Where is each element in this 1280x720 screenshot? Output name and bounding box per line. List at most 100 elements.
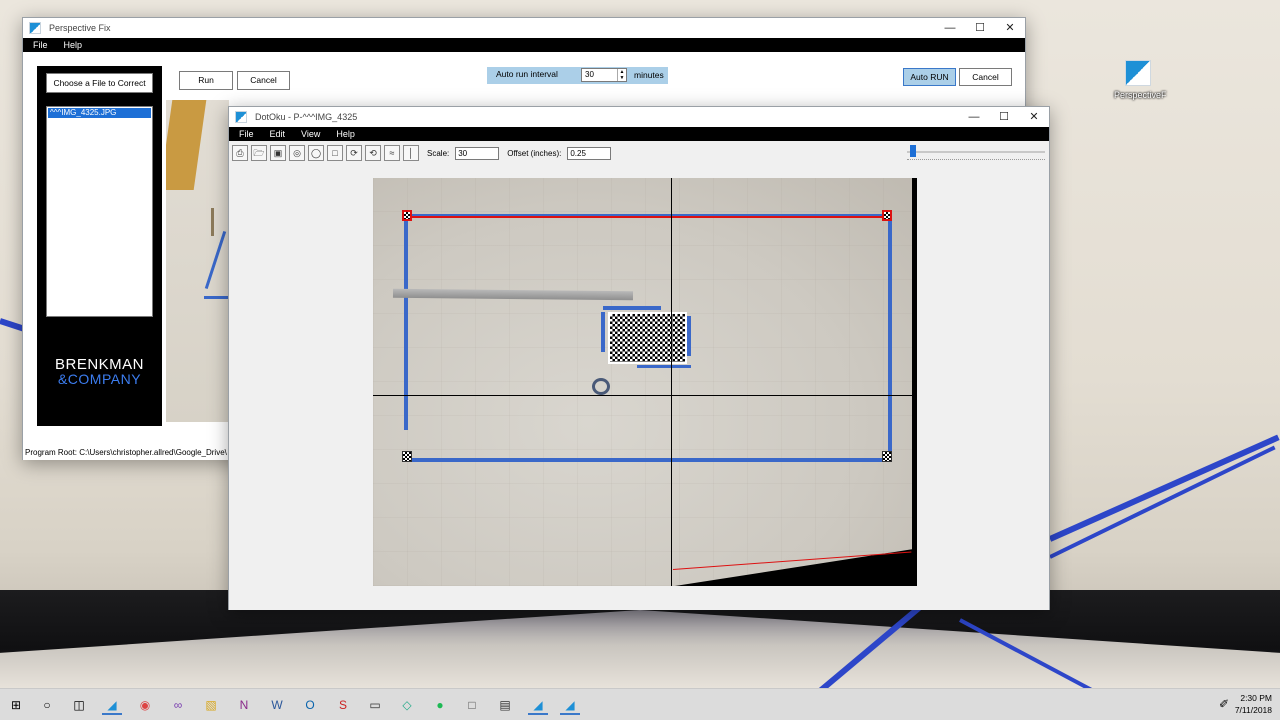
calibration-marker-top-right[interactable] (882, 210, 892, 221)
calibration-marker-bottom-right[interactable] (882, 451, 892, 462)
dotoku-app-icon (235, 111, 247, 123)
menu-file[interactable]: File (23, 40, 54, 50)
menu-help[interactable]: Help (54, 40, 89, 50)
program-root-status: Program Root: C:\Users\christopher.allre… (25, 448, 227, 457)
auto-cancel-button[interactable]: Cancel (959, 68, 1012, 86)
circle-target-icon[interactable]: ◯ (308, 145, 324, 161)
logo-line2: &COMPANY (57, 371, 142, 387)
pen-icon[interactable]: ✐ (1219, 697, 1229, 711)
preview-stick (211, 208, 214, 236)
offset-input[interactable]: 0.25 (567, 146, 612, 160)
desktop-shortcut-perspectivefix[interactable]: PerspectiveF (1114, 60, 1167, 100)
calibration-line-top (406, 216, 892, 218)
window-title: Perspective Fix (49, 23, 111, 33)
menu-bar: File Edit View Help (229, 127, 1049, 141)
app-icon[interactable]: ◇ (397, 695, 417, 715)
auto-run-interval-value[interactable]: 30 (585, 70, 594, 79)
perspectivefix-taskbar-icon[interactable]: ◢ (560, 695, 580, 715)
file-explorer-icon[interactable]: ▧ (201, 695, 221, 715)
clock-time: 2:30 PM (1240, 693, 1272, 703)
minutes-label: minutes (634, 70, 664, 80)
wallpaper-stripe (1048, 434, 1280, 542)
menu-help[interactable]: Help (326, 129, 361, 139)
menu-edit[interactable]: Edit (260, 129, 292, 139)
tape-right (888, 214, 892, 460)
scale-label: Scale: (427, 148, 450, 158)
preview-table-edge (166, 100, 207, 190)
open-folder-icon[interactable]: 🗁 (251, 145, 267, 161)
preview-tape (204, 231, 227, 289)
cancel-button[interactable]: Cancel (237, 71, 290, 90)
auto-run-interval-panel: Auto run interval 30 ▲ ▼ minutes (487, 67, 668, 84)
checkerboard-target (608, 312, 687, 364)
dotoku-taskbar-icon[interactable]: ◢ (528, 695, 548, 715)
menu-file[interactable]: File (229, 129, 260, 139)
clock-date: 7/11/2018 (1234, 705, 1272, 715)
onenote-icon[interactable]: N (234, 695, 254, 715)
side-panel: Choose a File to Correct ^^^IMG_4325.JPG… (37, 66, 162, 426)
window-title: DotOku - P-^^^IMG_4325 (255, 112, 358, 122)
tape-left (404, 214, 408, 430)
refresh-icon[interactable]: ⟲ (365, 145, 381, 161)
close-icon[interactable]: ✕ (995, 18, 1025, 38)
minimize-icon[interactable]: — (935, 18, 965, 38)
choose-file-button[interactable]: Choose a File to Correct (46, 73, 153, 93)
offset-label: Offset (inches): (507, 148, 562, 158)
ruler-icon[interactable]: │ (403, 145, 419, 161)
app-icon[interactable]: □ (462, 695, 482, 715)
spotify-icon[interactable]: ● (430, 695, 450, 715)
file-list[interactable]: ^^^IMG_4325.JPG (46, 106, 153, 317)
corrected-photo-viewer[interactable] (373, 178, 917, 586)
maximize-icon[interactable]: ☐ (989, 107, 1019, 127)
cortana-icon[interactable]: ○ (37, 695, 57, 715)
spinner-arrows-icon[interactable]: ▲ ▼ (617, 69, 626, 81)
page-icon[interactable]: □ (327, 145, 343, 161)
rotate-icon[interactable]: ⟳ (346, 145, 362, 161)
run-button[interactable]: Run (179, 71, 233, 90)
calibration-marker-bottom-left[interactable] (402, 451, 412, 462)
tape-roll (592, 378, 610, 395)
title-bar[interactable]: DotOku - P-^^^IMG_4325 — ☐ ✕ (229, 107, 1049, 127)
word-icon[interactable]: W (267, 695, 287, 715)
scale-input[interactable]: 30 (455, 146, 500, 160)
dotoku-client: ⎙ 🗁 ▣ ◎ ◯ □ ⟳ ⟲ ≈ │ Scale: 30 Offset (in… (229, 141, 1049, 610)
outlook-icon[interactable]: O (300, 695, 320, 715)
chrome-icon[interactable]: ◉ (135, 695, 155, 715)
logo-line1: BRENKMAN (54, 356, 144, 373)
task-view-icon[interactable]: ◫ (69, 695, 89, 715)
3d-box-icon[interactable]: ▭ (365, 695, 385, 715)
auto-run-interval-spinner[interactable]: 30 ▲ ▼ (581, 68, 627, 82)
tape-checker-top (603, 306, 661, 310)
target-icon[interactable]: ◎ (289, 145, 305, 161)
preview-tape (204, 296, 229, 299)
title-bar[interactable]: Perspective Fix — ☐ ✕ (23, 18, 1025, 38)
close-icon[interactable]: ✕ (1019, 107, 1049, 127)
app-icon[interactable]: ▤ (495, 695, 515, 715)
tape-checker-bottom (637, 365, 691, 368)
tape-bottom (406, 458, 892, 462)
floor-image (373, 178, 912, 586)
zoom-slider[interactable] (907, 145, 1045, 161)
save-icon[interactable]: ▣ (270, 145, 286, 161)
zoom-slider-track[interactable] (907, 151, 1045, 153)
minimize-icon[interactable]: — (959, 107, 989, 127)
wave-icon[interactable]: ≈ (384, 145, 400, 161)
menu-bar: File Help (23, 38, 1025, 52)
desktop-shortcut-label: PerspectiveF (1114, 90, 1167, 100)
print-icon[interactable]: ⎙ (232, 145, 248, 161)
solidworks-icon[interactable]: S (333, 695, 353, 715)
list-item[interactable]: ^^^IMG_4325.JPG (48, 108, 151, 118)
visual-studio-icon[interactable]: ∞ (168, 695, 188, 715)
menu-view[interactable]: View (291, 129, 326, 139)
system-clock[interactable]: 2:30 PM 7/11/2018 (1235, 692, 1272, 716)
perspectivefix-taskbar-icon[interactable]: ◢ (102, 695, 122, 715)
auto-run-button[interactable]: Auto RUN (903, 68, 956, 86)
zoom-slider-ticks (907, 157, 1045, 160)
zoom-slider-thumb[interactable] (909, 145, 916, 157)
calibration-marker-top-left[interactable] (402, 210, 412, 221)
brenkman-company-logo: BRENKMAN &COMPANY (37, 356, 162, 387)
windows-start-icon[interactable]: ⊞ (6, 695, 26, 715)
corrected-image-preview (166, 100, 229, 422)
maximize-icon[interactable]: ☐ (965, 18, 995, 38)
crosshair-vertical (671, 178, 672, 586)
